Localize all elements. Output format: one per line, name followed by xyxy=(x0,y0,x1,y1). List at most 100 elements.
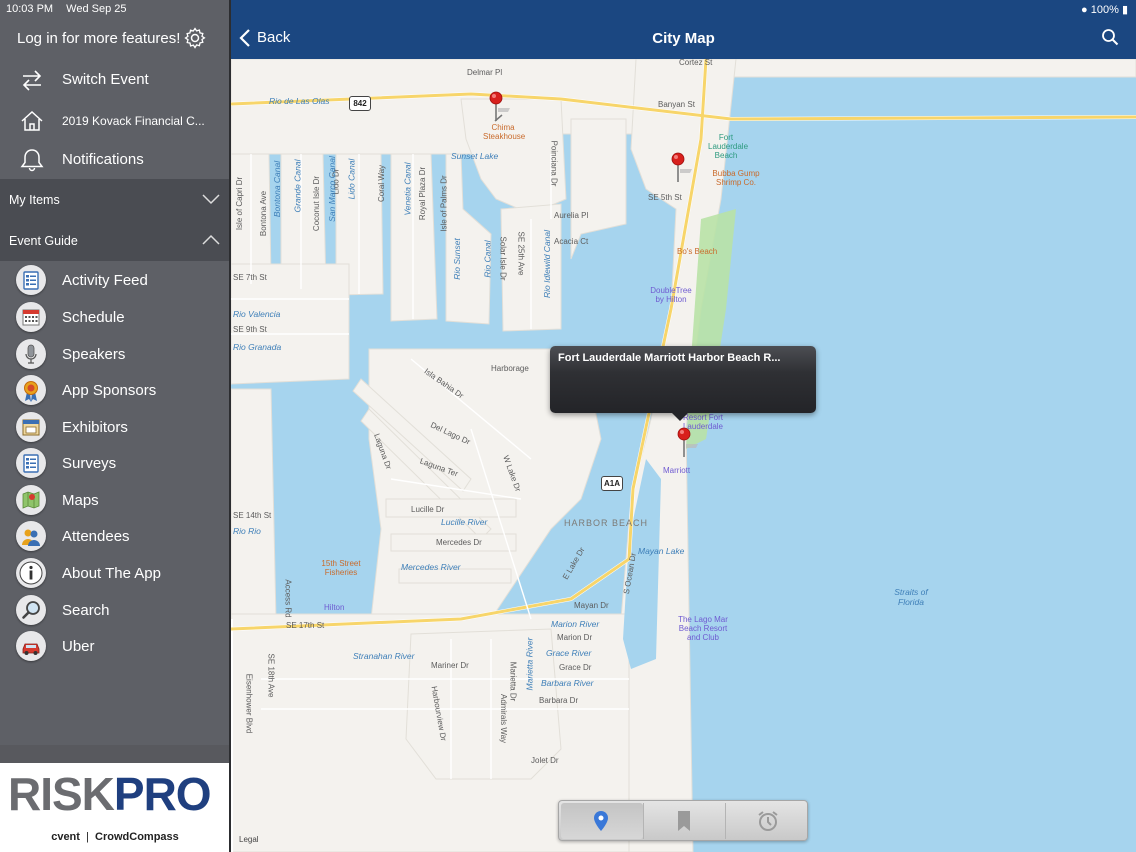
gear-icon[interactable] xyxy=(183,26,207,50)
street-label: Royal Plaza Dr xyxy=(418,166,428,221)
tab-location[interactable] xyxy=(561,803,643,839)
activity-feed-icon xyxy=(16,265,46,295)
water-label: Rio de Las Olas xyxy=(269,96,330,106)
sidebar-item-speakers[interactable]: Speakers xyxy=(0,337,230,373)
exhibitors-label: Exhibitors xyxy=(62,419,128,436)
street-label: SE 5th St xyxy=(648,193,682,202)
speakers-label: Speakers xyxy=(62,346,126,363)
water-label: Stranahan River xyxy=(353,651,415,661)
hotel-label: The Lago Mar Beach Resort and Club xyxy=(678,615,728,642)
area-label: HARBOR BEACH xyxy=(564,518,649,528)
sidebar-item-about[interactable]: About The App xyxy=(0,556,230,592)
cvent-logo: cvent xyxy=(51,831,80,843)
callout-title: Fort Lauderdale Marriott Harbor Beach R.… xyxy=(558,352,781,364)
water-label: Rio Valencia xyxy=(233,309,281,319)
street-label: Poinciana Dr xyxy=(549,140,559,187)
sidebar-item-attendees[interactable]: Attendees xyxy=(0,519,230,555)
sidebar-item-maps[interactable]: Maps xyxy=(0,483,230,519)
street-label: Admirals Way xyxy=(499,693,509,744)
event-guide-section[interactable]: Event Guide xyxy=(0,220,230,261)
route-shield-a1a: A1A xyxy=(601,476,623,491)
sidebar-item-uber[interactable]: Uber xyxy=(0,629,230,665)
search-label: Search xyxy=(62,602,110,619)
calendar-icon xyxy=(16,302,46,332)
street-label: Solar Isle Dr xyxy=(498,236,508,281)
schedule-label: Schedule xyxy=(62,309,125,326)
street-label: Coconut Isle Dr xyxy=(312,175,322,232)
sidebar-item-search[interactable]: Search xyxy=(0,593,230,629)
location-pin-icon xyxy=(594,811,608,831)
map-pin-icon[interactable] xyxy=(677,427,707,459)
water-label: Rio Granada xyxy=(233,342,282,352)
water-label: Lido Canal xyxy=(346,158,357,200)
hotel-label: DoubleTree by Hilton xyxy=(650,286,692,304)
event-home-item[interactable]: 2019 Kovack Financial C... xyxy=(0,101,230,141)
street-label: Lucille Dr xyxy=(411,505,445,514)
uber-label: Uber xyxy=(62,638,95,655)
street-label: Harborage xyxy=(491,364,529,373)
about-label: About The App xyxy=(62,565,161,582)
battery-icon: ▮ xyxy=(1121,4,1128,16)
street-label: Mariner Dr xyxy=(431,661,469,670)
tab-bookmarks[interactable] xyxy=(643,803,725,839)
login-prompt[interactable]: Log in for more features! xyxy=(17,30,180,47)
logo-footer: cvent | CrowdCompass xyxy=(51,831,179,843)
water-label: Grace River xyxy=(546,648,592,658)
street-label: Aurelia Pl xyxy=(554,211,589,220)
sidebar-item-schedule[interactable]: Schedule xyxy=(0,300,230,336)
route-shield-842: 842 xyxy=(349,96,371,111)
nav-bar: ● 100% ▮ Back City Map xyxy=(231,0,1136,59)
search-icon xyxy=(16,595,46,625)
legal-link[interactable]: Legal xyxy=(239,835,259,844)
status-bar-left: 10:03 PM Wed Sep 25 xyxy=(6,3,137,15)
street-label: Acacia Ct xyxy=(554,237,589,246)
bookmark-icon xyxy=(678,811,690,831)
switch-arrows-icon xyxy=(22,70,42,91)
poi-label: Chima Steakhouse xyxy=(483,123,526,141)
street-label: Mayan Dr xyxy=(574,601,609,610)
login-row[interactable]: Log in for more features! xyxy=(0,18,230,58)
map-pin-icon[interactable] xyxy=(489,91,519,123)
water-label: Rio Canal xyxy=(482,240,493,278)
poi-label: Bo's Beach xyxy=(677,247,718,256)
map-pin-icon[interactable] xyxy=(671,152,701,184)
water-label: Mercedes River xyxy=(401,562,461,572)
microphone-icon xyxy=(16,339,46,369)
sidebar-item-activity-feed[interactable]: Activity Feed xyxy=(0,263,230,299)
street-label: Mercedes Dr xyxy=(436,538,482,547)
map-icon xyxy=(16,485,46,515)
tab-alarms[interactable] xyxy=(725,803,807,839)
search-icon[interactable] xyxy=(1101,28,1119,46)
map-tab-bar xyxy=(558,800,808,841)
status-time: 10:03 PM xyxy=(6,3,54,15)
street-label: Delmar Pl xyxy=(467,68,503,77)
water-label: Sunset Lake xyxy=(451,151,499,161)
callout-tail xyxy=(672,413,688,421)
exhibitor-booth-icon xyxy=(16,412,46,442)
sidebar-item-app-sponsors[interactable]: App Sponsors xyxy=(0,373,230,409)
attendees-label: Attendees xyxy=(62,528,130,545)
info-icon xyxy=(16,558,46,588)
pin-callout[interactable]: Fort Lauderdale Marriott Harbor Beach R.… xyxy=(550,346,816,421)
water-label: Marion River xyxy=(551,619,600,629)
beach-label: Fort Lauderdale Beach xyxy=(708,133,749,160)
side-menu: 10:03 PM Wed Sep 25 Log in for more feat… xyxy=(0,0,230,852)
street-label: Banyan St xyxy=(658,100,695,109)
sidebar-item-exhibitors[interactable]: Exhibitors xyxy=(0,410,230,446)
water-label: Venetia Canal xyxy=(402,162,413,216)
wifi-icon: ● xyxy=(1081,4,1088,16)
riskpro-logo: RISKPRO cvent | CrowdCompass xyxy=(0,763,230,852)
water-label: San Marco Canal xyxy=(326,156,337,222)
map-view[interactable]: 842 A1A Delmar Pl Cortez St Banyan St SE… xyxy=(231,59,1136,852)
water-label: Marietta River xyxy=(524,637,535,691)
activity-feed-label: Activity Feed xyxy=(62,272,148,289)
switch-event-item[interactable]: Switch Event xyxy=(0,60,230,100)
street-label: Marietta Dr xyxy=(508,661,518,702)
my-items-section[interactable]: My Items xyxy=(0,179,230,220)
app-sponsors-label: App Sponsors xyxy=(62,382,157,399)
notifications-item[interactable]: Notifications xyxy=(0,140,230,180)
poi-label: 15th Street Fisheries xyxy=(321,559,361,577)
street-label: Isle of Capri Dr xyxy=(235,176,245,231)
battery-percent: 100% xyxy=(1090,4,1119,16)
sidebar-item-surveys[interactable]: Surveys xyxy=(0,446,230,482)
